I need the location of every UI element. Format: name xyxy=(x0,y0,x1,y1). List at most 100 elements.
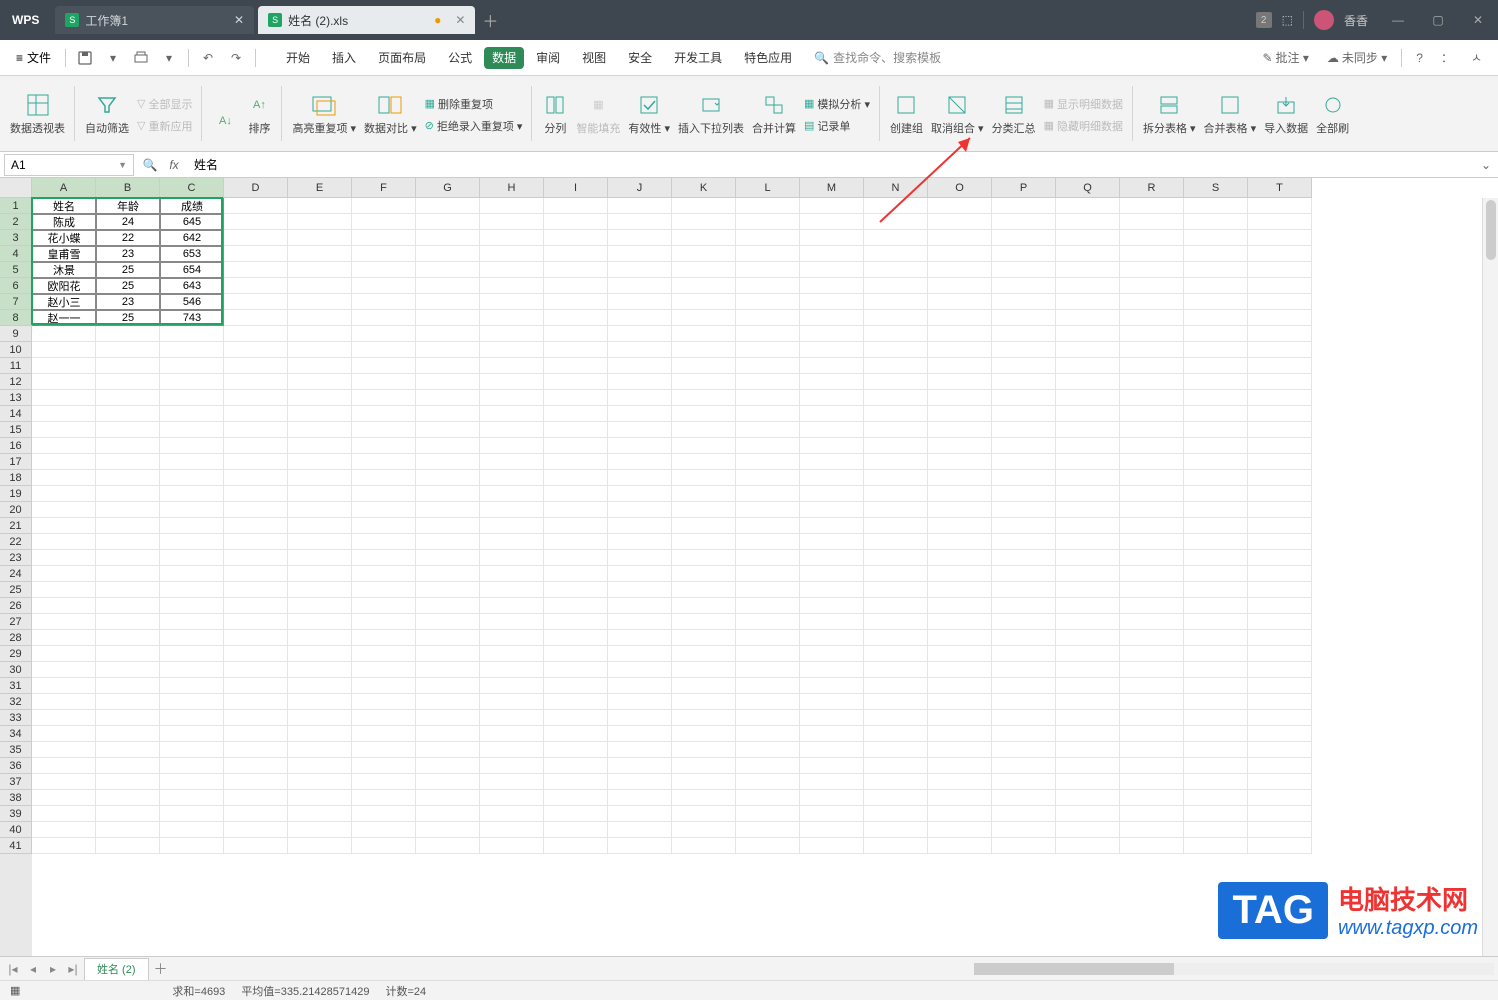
cell[interactable] xyxy=(160,566,224,582)
cell[interactable] xyxy=(864,550,928,566)
cell[interactable] xyxy=(288,838,352,854)
cell[interactable] xyxy=(416,278,480,294)
table-cell[interactable]: 643 xyxy=(160,278,224,294)
cell[interactable] xyxy=(928,358,992,374)
cell[interactable] xyxy=(224,422,288,438)
cell[interactable] xyxy=(672,694,736,710)
help-button[interactable]: ? xyxy=(1408,51,1431,65)
cell[interactable] xyxy=(1248,518,1312,534)
cell[interactable] xyxy=(544,838,608,854)
cell[interactable] xyxy=(1056,310,1120,326)
row-header[interactable]: 40 xyxy=(0,822,32,838)
cell[interactable] xyxy=(800,726,864,742)
cell[interactable] xyxy=(224,326,288,342)
cell[interactable] xyxy=(928,502,992,518)
cell[interactable] xyxy=(800,806,864,822)
cell[interactable] xyxy=(224,710,288,726)
cell[interactable] xyxy=(736,214,800,230)
cell[interactable] xyxy=(672,230,736,246)
cell[interactable] xyxy=(736,502,800,518)
row-header[interactable]: 14 xyxy=(0,406,32,422)
gift-icon[interactable]: ⬚ xyxy=(1282,13,1293,27)
highlight-dup-button[interactable]: 高亮重复项 ▾ xyxy=(292,92,356,136)
cell[interactable] xyxy=(160,422,224,438)
cell[interactable] xyxy=(352,230,416,246)
cell[interactable] xyxy=(224,838,288,854)
cell[interactable] xyxy=(608,774,672,790)
cell[interactable] xyxy=(864,214,928,230)
cell[interactable] xyxy=(800,582,864,598)
hide-detail-button[interactable]: ▦隐藏明细数据 xyxy=(1044,116,1123,136)
cell[interactable] xyxy=(608,390,672,406)
cell[interactable] xyxy=(160,806,224,822)
row-header[interactable]: 10 xyxy=(0,342,32,358)
cell[interactable] xyxy=(224,742,288,758)
cell[interactable] xyxy=(416,230,480,246)
cell[interactable] xyxy=(608,662,672,678)
cell[interactable] xyxy=(544,374,608,390)
cell[interactable] xyxy=(1248,310,1312,326)
cell[interactable] xyxy=(672,358,736,374)
cell[interactable] xyxy=(352,726,416,742)
cell[interactable] xyxy=(224,758,288,774)
cell[interactable] xyxy=(992,566,1056,582)
cell[interactable] xyxy=(1120,198,1184,214)
cell[interactable] xyxy=(1184,518,1248,534)
cell[interactable] xyxy=(480,838,544,854)
cell[interactable] xyxy=(672,342,736,358)
cell[interactable] xyxy=(96,326,160,342)
cell[interactable] xyxy=(1248,326,1312,342)
cell[interactable] xyxy=(416,598,480,614)
cell[interactable] xyxy=(480,438,544,454)
row-header[interactable]: 30 xyxy=(0,662,32,678)
cell[interactable] xyxy=(544,406,608,422)
sheet-nav-next[interactable]: ▸ xyxy=(44,962,62,976)
cell[interactable] xyxy=(1120,534,1184,550)
cell[interactable] xyxy=(544,438,608,454)
cell[interactable] xyxy=(992,838,1056,854)
cell[interactable] xyxy=(224,518,288,534)
cell[interactable] xyxy=(288,646,352,662)
cell[interactable] xyxy=(1184,694,1248,710)
cell[interactable] xyxy=(1248,662,1312,678)
cell[interactable] xyxy=(480,582,544,598)
cell[interactable] xyxy=(800,742,864,758)
cell[interactable] xyxy=(1056,790,1120,806)
cell[interactable] xyxy=(992,278,1056,294)
cell[interactable] xyxy=(288,710,352,726)
cell[interactable] xyxy=(1056,246,1120,262)
cell[interactable] xyxy=(480,294,544,310)
cell[interactable] xyxy=(288,310,352,326)
cell[interactable] xyxy=(992,614,1056,630)
cell[interactable] xyxy=(288,822,352,838)
cell[interactable] xyxy=(736,710,800,726)
table-cell[interactable]: 743 xyxy=(160,310,224,326)
cell[interactable] xyxy=(1184,406,1248,422)
cell[interactable] xyxy=(480,246,544,262)
cell[interactable] xyxy=(864,422,928,438)
cell[interactable] xyxy=(800,198,864,214)
cell[interactable] xyxy=(928,710,992,726)
cell[interactable] xyxy=(800,230,864,246)
cell[interactable] xyxy=(288,214,352,230)
cell[interactable] xyxy=(736,774,800,790)
row-header[interactable]: 38 xyxy=(0,790,32,806)
cell[interactable] xyxy=(544,630,608,646)
cell[interactable] xyxy=(1184,550,1248,566)
cell[interactable] xyxy=(544,550,608,566)
cell[interactable] xyxy=(224,806,288,822)
cell[interactable] xyxy=(608,502,672,518)
cell[interactable] xyxy=(928,566,992,582)
cell[interactable] xyxy=(416,838,480,854)
table-cell[interactable]: 642 xyxy=(160,230,224,246)
cell[interactable] xyxy=(160,694,224,710)
cell[interactable] xyxy=(480,822,544,838)
cell[interactable] xyxy=(480,790,544,806)
cell[interactable] xyxy=(224,406,288,422)
cell[interactable] xyxy=(1056,838,1120,854)
cell[interactable] xyxy=(736,646,800,662)
cell[interactable] xyxy=(864,262,928,278)
cell[interactable] xyxy=(608,294,672,310)
cell[interactable] xyxy=(480,470,544,486)
cell[interactable] xyxy=(1056,550,1120,566)
